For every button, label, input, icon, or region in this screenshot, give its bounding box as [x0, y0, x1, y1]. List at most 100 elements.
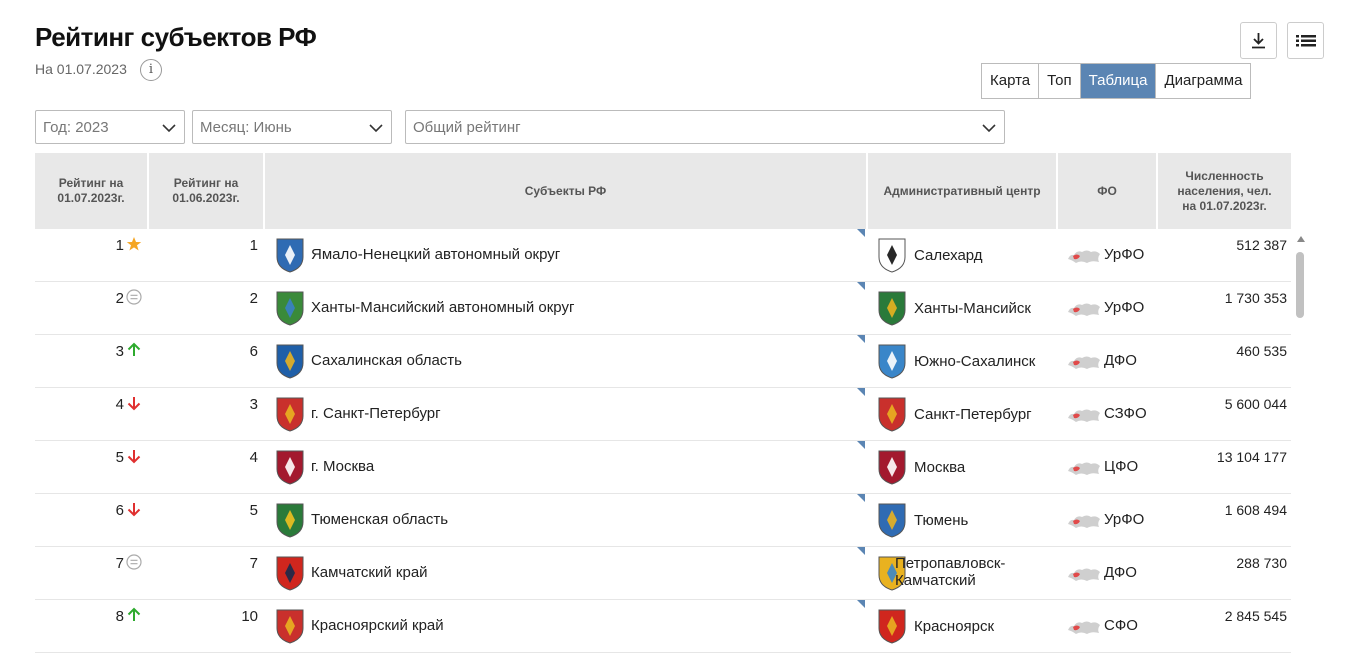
- admin-center-name: Петропавловск- Камчатский: [895, 555, 1006, 589]
- arrow-up-icon: [126, 607, 142, 623]
- subject-name[interactable]: Сахалинская область: [311, 352, 462, 369]
- subject-cell[interactable]: г. Санкт-Петербург: [273, 388, 865, 440]
- fo-name: СФО: [1104, 617, 1138, 634]
- table-scrollbar[interactable]: [1296, 236, 1306, 654]
- download-button[interactable]: [1240, 22, 1277, 59]
- fo-map-icon: [1068, 356, 1100, 369]
- admin-center-name: Салехард: [914, 247, 983, 264]
- table-row[interactable]: 8 10 Красноярский край Красноярск СФО 2 845 5…: [35, 600, 1291, 653]
- rank-previous-cell: 1: [148, 229, 258, 281]
- population-cell: 13 104 177: [1160, 441, 1287, 493]
- rank-cell: 7: [35, 547, 146, 599]
- year-select[interactable]: Год: 2023: [35, 110, 185, 144]
- subject-name[interactable]: Камчатский край: [311, 564, 428, 581]
- table-row[interactable]: 6 5 Тюменская область Тюмень УрФО 1 608 494: [35, 494, 1291, 547]
- subject-cell[interactable]: Камчатский край: [273, 547, 865, 599]
- table-row[interactable]: 1 1 Ямало-Ненецкий автономный округ Салехар…: [35, 229, 1291, 282]
- population-value: 5 600 044: [1224, 396, 1287, 412]
- city-emblem-icon: [878, 397, 906, 432]
- tab-top[interactable]: Топ: [1039, 64, 1081, 98]
- subject-name[interactable]: Ханты-Мансийский автономный округ: [311, 299, 574, 316]
- rank-current: 5: [115, 449, 124, 466]
- table-row[interactable]: 5 4 г. Москва Москва ЦФО 13 104 177: [35, 441, 1291, 494]
- subject-name[interactable]: Красноярский край: [311, 617, 444, 634]
- subject-cell[interactable]: Ханты-Мансийский автономный округ: [273, 282, 865, 334]
- city-emblem-icon: [878, 238, 906, 273]
- subject-cell[interactable]: Красноярский край: [273, 600, 865, 652]
- subject-name[interactable]: Ямало-Ненецкий автономный округ: [311, 246, 560, 263]
- corner-marker: [857, 229, 865, 237]
- table-body: 1 1 Ямало-Ненецкий автономный округ Салехар…: [35, 229, 1291, 654]
- subject-cell[interactable]: Тюменская область: [273, 494, 865, 546]
- corner-marker: [857, 547, 865, 555]
- fo-name: ЦФО: [1104, 458, 1139, 475]
- admin-center-name: Южно-Сахалинск: [914, 353, 1036, 370]
- arrow-down-icon: [126, 395, 142, 411]
- rank-current: 2: [115, 290, 124, 307]
- subject-emblem-icon: [276, 397, 304, 432]
- arrow-down-icon: [126, 448, 142, 464]
- rank-current: 6: [115, 502, 124, 519]
- fo-name: УрФО: [1104, 511, 1145, 528]
- table-row[interactable]: 4 3 г. Санкт-Петербург Санкт-Петербург СЗФО 5…: [35, 388, 1291, 441]
- month-select[interactable]: Месяц: Июнь: [192, 110, 392, 144]
- rank-cell: 5: [35, 441, 146, 493]
- table-row[interactable]: 2 2 Ханты-Мансийский автономный округ Ханты…: [35, 282, 1291, 335]
- rank-previous-cell: 4: [148, 441, 258, 493]
- subject-name[interactable]: Тюменская область: [311, 511, 448, 528]
- corner-marker: [857, 388, 865, 396]
- rank-previous-cell: 6: [148, 335, 258, 387]
- rank-cell: 2: [35, 282, 146, 334]
- fo-cell: СЗФО: [1065, 388, 1155, 440]
- rank-previous-cell: 7: [148, 547, 258, 599]
- subject-name[interactable]: г. Москва: [311, 458, 374, 475]
- fo-name: СЗФО: [1104, 405, 1147, 422]
- rank-cell: 4: [35, 388, 146, 440]
- col-population[interactable]: Численность населения, чел. на 01.07.202…: [1158, 153, 1291, 229]
- table-header: Рейтинг на 01.07.2023г. Рейтинг на 01.06…: [35, 153, 1291, 229]
- col-admin-center[interactable]: Административный центр: [868, 153, 1058, 229]
- download-icon: [1252, 33, 1265, 49]
- fo-cell: УрФО: [1065, 494, 1155, 546]
- rank-current: 3: [115, 343, 124, 360]
- rank-previous: 3: [249, 396, 258, 413]
- rank-previous: 1: [249, 237, 258, 254]
- scroll-up-arrow[interactable]: [1297, 236, 1305, 242]
- subject-emblem-icon: [276, 238, 304, 273]
- admin-center-cell: Красноярск: [875, 600, 1060, 652]
- col-subject[interactable]: Субъекты РФ: [265, 153, 868, 229]
- subject-cell[interactable]: г. Москва: [273, 441, 865, 493]
- tab-diagram[interactable]: Диаграмма: [1156, 64, 1251, 98]
- list-menu-button[interactable]: [1287, 22, 1324, 59]
- admin-center-cell: Салехард: [875, 229, 1060, 281]
- population-value: 288 730: [1236, 555, 1287, 571]
- info-icon[interactable]: i: [140, 59, 162, 81]
- table-row[interactable]: 7 7 Камчатский край Петропавловск- Камчатски…: [35, 547, 1291, 600]
- subject-cell[interactable]: Ямало-Ненецкий автономный округ: [273, 229, 865, 281]
- fo-name: ДФО: [1104, 564, 1137, 581]
- fo-map-icon: [1068, 462, 1100, 475]
- corner-marker: [857, 494, 865, 502]
- table-row[interactable]: 3 6 Сахалинская область Южно-Сахалинск ДФО 46…: [35, 335, 1291, 388]
- chevron-down-icon: [982, 124, 996, 133]
- admin-center-cell: Петропавловск- Камчатский: [875, 547, 1060, 599]
- star-icon: [126, 236, 142, 252]
- admin-center-cell: Санкт-Петербург: [875, 388, 1060, 440]
- col-fo[interactable]: ФО: [1058, 153, 1158, 229]
- col-rank-previous[interactable]: Рейтинг на 01.06.2023г.: [149, 153, 265, 229]
- page-date: На 01.07.2023: [35, 61, 127, 77]
- scroll-thumb[interactable]: [1296, 252, 1304, 318]
- tab-table[interactable]: Таблица: [1080, 64, 1157, 98]
- rank-cell: 6: [35, 494, 146, 546]
- rating-type-select[interactable]: Общий рейтинг: [405, 110, 1005, 144]
- population-cell: 1 608 494: [1160, 494, 1287, 546]
- subject-cell[interactable]: Сахалинская область: [273, 335, 865, 387]
- admin-center-name: Тюмень: [914, 512, 969, 529]
- subject-name[interactable]: г. Санкт-Петербург: [311, 405, 441, 422]
- tab-map[interactable]: Карта: [982, 64, 1040, 98]
- fo-cell: ДФО: [1065, 335, 1155, 387]
- fo-cell: УрФО: [1065, 282, 1155, 334]
- col-rank-current[interactable]: Рейтинг на 01.07.2023г.: [35, 153, 149, 229]
- rank-previous-cell: 5: [148, 494, 258, 546]
- rank-cell: 3: [35, 335, 146, 387]
